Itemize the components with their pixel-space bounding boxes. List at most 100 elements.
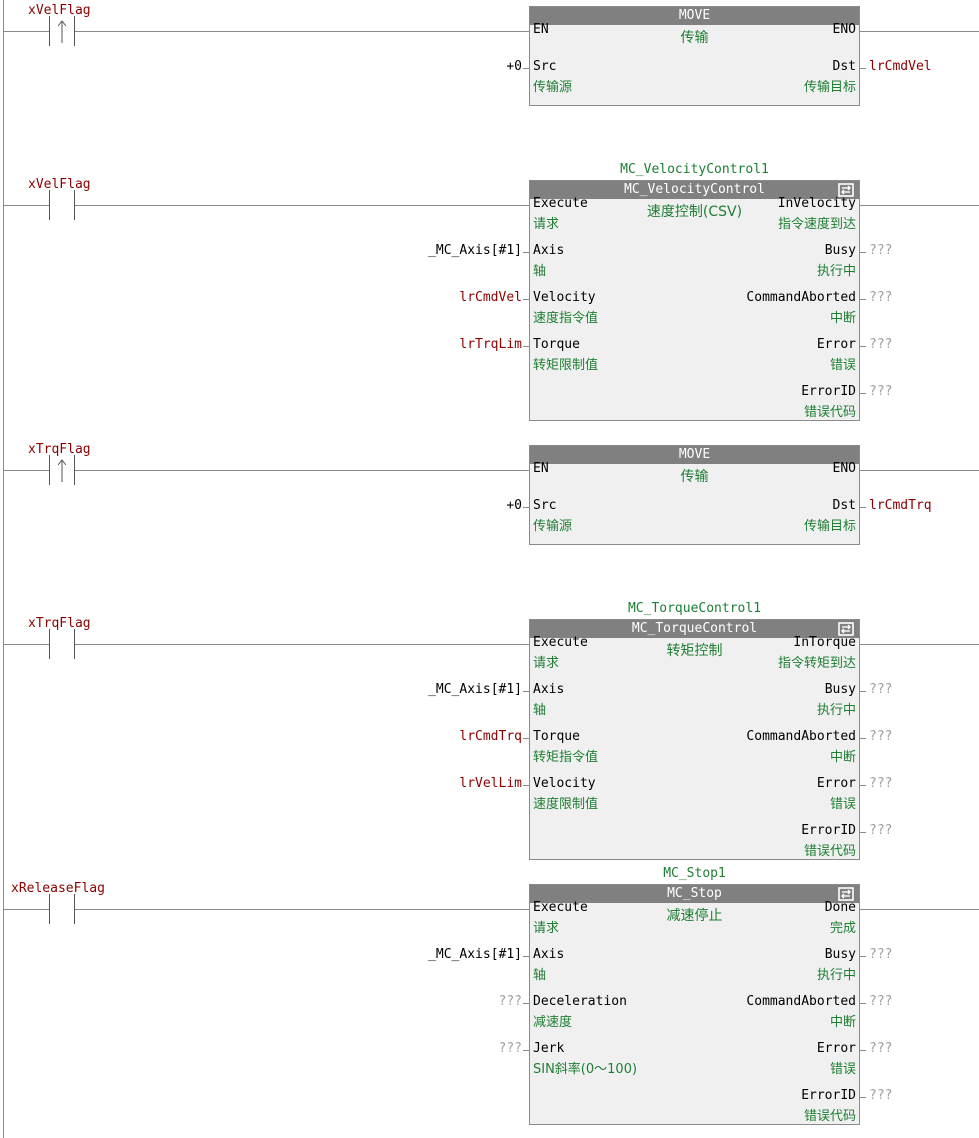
input-variable[interactable]: lrVelLim xyxy=(459,776,522,791)
output-variable[interactable]: ??? xyxy=(869,243,892,258)
input-pin-name: EN xyxy=(533,461,549,476)
output-variable[interactable]: lrCmdTrq xyxy=(869,498,932,513)
input-pin-name: Torque xyxy=(533,729,580,744)
fb-type-label: MC_VelocityControl xyxy=(624,182,765,197)
output-pin-name: Busy xyxy=(824,243,856,258)
input-pin-desc: 传输源 xyxy=(533,80,573,95)
output-wire xyxy=(860,252,866,253)
output-pin-name: ENO xyxy=(832,22,856,37)
input-variable[interactable]: +0 xyxy=(506,59,522,74)
input-pin-desc: 转矩限制值 xyxy=(533,358,599,373)
rung-wire xyxy=(3,205,50,206)
input-pin-name: Execute xyxy=(533,900,588,915)
input-variable[interactable]: _MC_Axis[#1] xyxy=(428,947,522,962)
contact-bar xyxy=(74,455,75,485)
output-variable[interactable]: ??? xyxy=(869,1088,892,1103)
output-pin-desc: 执行中 xyxy=(816,968,856,983)
input-pin-name: EN xyxy=(533,22,549,37)
fb-type-label: MOVE xyxy=(678,8,711,23)
rung-wire xyxy=(860,909,979,910)
normally-open-contact[interactable] xyxy=(49,629,75,659)
output-variable[interactable]: ??? xyxy=(869,384,892,399)
output-pin-desc: 错误代码 xyxy=(803,405,856,420)
rung-wire xyxy=(3,470,50,471)
output-pin-desc: 指令速度到达 xyxy=(777,217,856,232)
rung-wire xyxy=(3,644,50,645)
output-variable[interactable]: ??? xyxy=(869,947,892,962)
ladder-diagram-canvas: xVelFlag MOVE 传输 EN Src 传输源 +0 ENO Dst 传输目标 lrCmdV… xyxy=(0,0,979,1138)
input-pin-desc: 请求 xyxy=(533,921,560,936)
input-variable[interactable]: ??? xyxy=(499,1041,522,1056)
rung-wire xyxy=(75,31,529,32)
input-wire xyxy=(523,691,529,692)
input-wire xyxy=(523,1050,529,1051)
fb-description: 传输 xyxy=(680,469,709,485)
output-pin-name: CommandAborted xyxy=(746,729,856,744)
input-pin-name: Torque xyxy=(533,337,580,352)
input-wire xyxy=(523,785,529,786)
output-variable[interactable]: ??? xyxy=(869,729,892,744)
output-pin-name: ErrorID xyxy=(801,384,856,399)
normally-open-contact[interactable] xyxy=(49,190,75,220)
output-pin-name: CommandAborted xyxy=(746,994,856,1009)
output-pin-desc: 错误代码 xyxy=(803,1109,856,1124)
input-variable[interactable]: lrTrqLim xyxy=(459,337,522,352)
output-pin-name: InVelocity xyxy=(777,196,856,211)
output-variable[interactable]: lrCmdVel xyxy=(869,59,932,74)
output-wire xyxy=(860,1097,866,1098)
output-pin-desc: 错误 xyxy=(829,797,856,812)
output-variable[interactable]: ??? xyxy=(869,290,892,305)
input-variable[interactable]: _MC_Axis[#1] xyxy=(428,243,522,258)
normally-open-contact[interactable] xyxy=(49,894,75,924)
input-pin-name: Axis xyxy=(533,682,565,697)
input-pin-desc: 轴 xyxy=(533,968,547,983)
output-variable[interactable]: ??? xyxy=(869,1041,892,1056)
output-pin-name: Error xyxy=(816,337,856,352)
output-variable[interactable]: ??? xyxy=(869,776,892,791)
output-wire xyxy=(860,738,866,739)
input-variable[interactable]: +0 xyxy=(506,498,522,513)
input-wire xyxy=(523,252,529,253)
contact-bar xyxy=(49,894,50,924)
rung-wire xyxy=(860,205,979,206)
output-variable[interactable]: ??? xyxy=(869,682,892,697)
input-pin-desc: 轴 xyxy=(533,264,547,279)
fb-type-label: MC_TorqueControl xyxy=(631,621,758,636)
rung-wire xyxy=(860,470,979,471)
input-variable[interactable]: ??? xyxy=(499,994,522,1009)
output-pin-desc: 中断 xyxy=(829,1015,856,1030)
rung-wire xyxy=(75,909,529,910)
input-wire xyxy=(523,299,529,300)
input-pin-desc: 轴 xyxy=(533,703,547,718)
contact-bar xyxy=(49,190,50,220)
contact-bar xyxy=(74,629,75,659)
input-wire xyxy=(523,507,529,508)
output-variable[interactable]: ??? xyxy=(869,337,892,352)
output-variable[interactable]: ??? xyxy=(869,994,892,1009)
input-pin-name: Velocity xyxy=(533,776,596,791)
fb-instance-name: MC_TorqueControl1 xyxy=(627,601,762,616)
output-pin-desc: 传输目标 xyxy=(803,80,856,95)
input-variable[interactable]: lrCmdVel xyxy=(459,290,522,305)
input-pin-name: Deceleration xyxy=(533,994,627,1009)
output-wire xyxy=(860,1050,866,1051)
rung-wire xyxy=(860,644,979,645)
up-arrow-icon xyxy=(58,20,66,43)
output-pin-name: InTorque xyxy=(793,635,856,650)
rising-edge-contact[interactable] xyxy=(49,16,75,46)
output-pin-name: Busy xyxy=(824,947,856,962)
input-variable[interactable]: _MC_Axis[#1] xyxy=(428,682,522,697)
input-pin-name: Src xyxy=(533,59,557,74)
output-variable[interactable]: ??? xyxy=(869,823,892,838)
up-arrow-icon xyxy=(58,459,66,482)
output-pin-name: CommandAborted xyxy=(746,290,856,305)
fb-type-label: MC_Stop xyxy=(667,886,722,901)
input-pin-desc: 减速度 xyxy=(533,1015,573,1030)
input-variable[interactable]: lrCmdTrq xyxy=(459,729,522,744)
output-pin-name: Dst xyxy=(832,59,856,74)
rising-edge-contact[interactable] xyxy=(49,455,75,485)
contact-bar xyxy=(49,455,50,485)
input-pin-name: Jerk xyxy=(533,1041,565,1056)
input-pin-name: Execute xyxy=(533,635,588,650)
input-pin-desc: 转矩指令值 xyxy=(533,750,599,765)
